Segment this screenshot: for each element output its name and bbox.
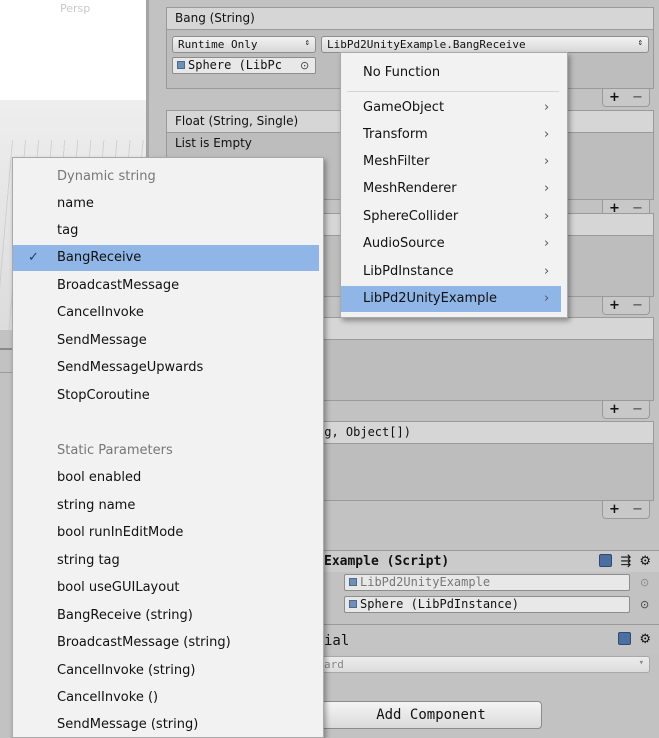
menu-item-no-function[interactable]: No Function (341, 60, 567, 86)
gear-icon[interactable]: ⚙ (639, 554, 651, 569)
menu-item-sendmessage-string[interactable]: SendMessage (string) (13, 712, 323, 738)
menu-item-broadcastmessage-string[interactable]: BroadcastMessage (string) (13, 630, 323, 656)
component-title: Example (Script) (324, 554, 450, 569)
add-component-button[interactable]: Add Component (320, 701, 542, 729)
menu-item-stopcoroutine[interactable]: StopCoroutine (13, 383, 323, 409)
function-select[interactable]: LibPd2UnityExample.BangReceive ⇕ (321, 36, 649, 53)
select-arrow-icon: ⇕ (637, 38, 643, 48)
shader-select: ard ▾ (318, 656, 650, 673)
chevron-right-icon: › (544, 264, 550, 279)
chevron-right-icon: › (544, 291, 550, 306)
menu-item-string-name[interactable]: string name (13, 493, 323, 519)
menu-item-bool-useguilayout[interactable]: bool useGUILayout (13, 575, 323, 601)
object-field[interactable]: Sphere (LibPc (172, 57, 316, 74)
menu-item-bool-runineditmode[interactable]: bool runInEditMode (13, 520, 323, 546)
menu-item-name[interactable]: name (13, 191, 323, 217)
menu-item-bangreceive[interactable]: ✓ BangReceive (13, 245, 319, 271)
menu-item-broadcastmessage[interactable]: BroadcastMessage (13, 273, 323, 299)
menu-item-cancelinvoke[interactable]: CancelInvoke () (13, 685, 323, 711)
chevron-right-icon: › (544, 127, 550, 142)
menu-item-libpdinstance[interactable]: LibPdInstance › (341, 259, 567, 285)
object-field-value: Sphere (LibPc (188, 58, 282, 72)
menu-item-gameobject[interactable]: GameObject › (341, 95, 567, 121)
menu-separator (347, 91, 559, 92)
instance-field-value: Sphere (LibPdInstance) (360, 597, 519, 611)
add-listener-button[interactable]: + (609, 90, 620, 105)
runtime-select[interactable]: Runtime Only ⇕ (172, 36, 316, 53)
event-header: Bang (String) (166, 7, 654, 29)
script-field-value: LibPd2UnityExample (360, 575, 491, 589)
chevron-right-icon: › (544, 100, 550, 115)
remove-listener-button[interactable]: − (632, 90, 643, 105)
menu-item-sendmessageupwards[interactable]: SendMessageUpwards (13, 355, 323, 381)
menu-item-audiosource[interactable]: AudioSource › (341, 231, 567, 257)
material-header-icons: ⚙ (618, 632, 651, 647)
method-submenu: Dynamic string name tag ✓ BangReceive Bro… (12, 157, 324, 738)
object-picker-icon: ⊙ (640, 576, 650, 589)
book-icon[interactable] (618, 632, 632, 645)
menu-item-libpd2unityexample[interactable]: LibPd2UnityExample › (341, 286, 561, 312)
chevron-right-icon: › (544, 209, 550, 224)
check-icon: ✓ (28, 250, 39, 265)
shader-select-value: ard (324, 658, 344, 671)
add-remove-buttons: + − (602, 501, 650, 519)
scene-view-label[interactable]: Persp (60, 2, 90, 15)
menu-item-string-tag[interactable]: string tag (13, 548, 323, 574)
object-picker-icon[interactable]: ⊙ (300, 59, 309, 72)
chevron-right-icon: › (544, 154, 550, 169)
cube-icon (177, 61, 185, 69)
menu-item-cancelinvoke[interactable]: CancelInvoke (13, 300, 323, 326)
remove-listener-button[interactable]: − (632, 502, 643, 517)
instance-field[interactable]: Sphere (LibPdInstance) (344, 596, 630, 613)
menu-item-meshrenderer[interactable]: MeshRenderer › (341, 176, 567, 202)
menu-item-bool-enabled[interactable]: bool enabled (13, 465, 323, 491)
menu-item-spherecollider[interactable]: SphereCollider › (341, 204, 567, 230)
material-title: ial (324, 633, 350, 649)
cube-icon (349, 600, 357, 608)
script-icon (349, 578, 357, 586)
scene-sky (0, 0, 146, 100)
add-remove-buttons: + − (602, 401, 650, 419)
preset-icon[interactable]: ⇶ (620, 554, 631, 569)
add-listener-button[interactable]: + (609, 298, 620, 313)
remove-listener-button[interactable]: − (632, 402, 643, 417)
gear-icon[interactable]: ⚙ (639, 632, 651, 647)
book-icon[interactable] (599, 554, 613, 567)
select-arrow-icon: ⇕ (304, 38, 310, 48)
menu-item-tag[interactable]: tag (13, 218, 323, 244)
function-dropdown-menu: No Function GameObject › Transform › MeshF… (340, 52, 568, 318)
runtime-select-value: Runtime Only (178, 38, 258, 51)
add-remove-buttons: + − (602, 297, 650, 315)
menu-item-bangreceive-string[interactable]: BangReceive (string) (13, 603, 323, 629)
menu-item-meshfilter[interactable]: MeshFilter › (341, 149, 567, 175)
menu-item-sendmessage[interactable]: SendMessage (13, 328, 323, 354)
chevron-right-icon: › (544, 236, 550, 251)
remove-listener-button[interactable]: − (632, 298, 643, 313)
menu-header-static: Static Parameters (57, 443, 173, 458)
add-remove-buttons: + − (602, 89, 650, 107)
component-header-icons: ⇶ ⚙ (599, 554, 651, 569)
add-listener-button[interactable]: + (609, 502, 620, 517)
script-field: LibPd2UnityExample (344, 574, 630, 591)
object-picker-icon[interactable]: ⊙ (640, 598, 649, 611)
select-arrow-icon: ▾ (638, 658, 644, 668)
add-listener-button[interactable]: + (609, 402, 620, 417)
menu-header-dynamic: Dynamic string (57, 169, 156, 184)
menu-item-cancelinvoke-string[interactable]: CancelInvoke (string) (13, 658, 323, 684)
function-select-value: LibPd2UnityExample.BangReceive (327, 38, 526, 51)
chevron-right-icon: › (544, 181, 550, 196)
menu-item-transform[interactable]: Transform › (341, 122, 567, 148)
